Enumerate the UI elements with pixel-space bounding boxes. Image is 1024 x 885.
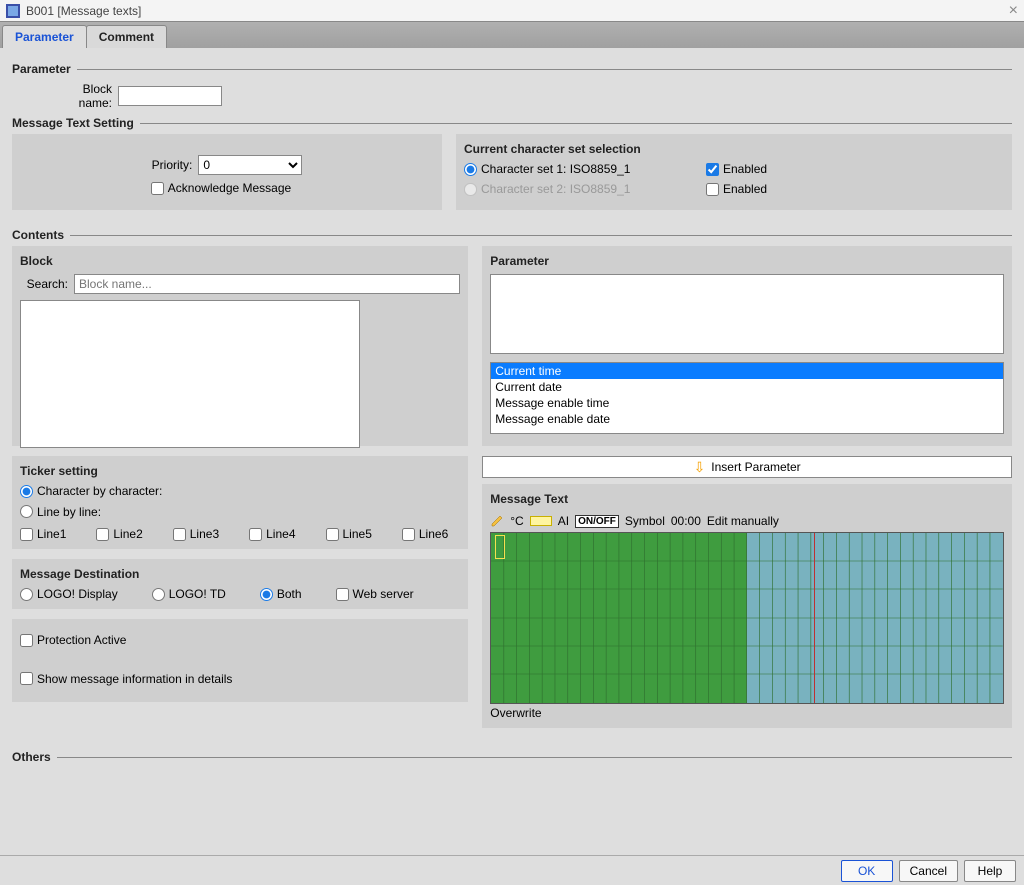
app-icon (6, 4, 20, 18)
tool-time[interactable]: 00:00 (671, 514, 701, 528)
block-subtitle: Block (20, 254, 460, 268)
tool-ai[interactable]: AI (558, 514, 569, 528)
param-item-current-time[interactable]: Current time (491, 363, 1003, 379)
protection-checkbox[interactable]: Protection Active (20, 633, 126, 647)
line3-checkbox[interactable]: Line3 (173, 527, 219, 541)
ok-button[interactable]: OK (841, 860, 893, 882)
dest-both-radio[interactable]: Both (260, 587, 302, 601)
section-others-header: Others (12, 750, 1012, 764)
block-name-input[interactable] (118, 86, 222, 106)
dest-logo-radio[interactable]: LOGO! Display (20, 587, 118, 601)
block-name-label: Block name: (48, 82, 112, 110)
block-search-input[interactable] (74, 274, 460, 294)
section-mts-title: Message Text Setting (12, 116, 134, 130)
grid-cursor (495, 535, 505, 559)
charset2-enabled-checkbox[interactable]: Enabled (706, 182, 767, 196)
dest-web-checkbox[interactable]: Web server (336, 587, 414, 601)
ccs-title: Current character set selection (464, 142, 1004, 156)
arrow-down-icon: ⇩ (694, 459, 706, 476)
tool-bar-icon[interactable] (530, 516, 552, 526)
ticker-char-radio[interactable]: Character by character: (20, 484, 162, 498)
title-bar: B001 [Message texts] × (0, 0, 1024, 22)
tool-symbol[interactable]: Symbol (625, 514, 665, 528)
close-icon[interactable]: × (1009, 2, 1018, 20)
overwrite-label: Overwrite (490, 706, 1004, 720)
acknowledge-checkbox[interactable]: Acknowledge Message (151, 181, 291, 195)
tool-onoff[interactable]: ON/OFF (575, 515, 619, 528)
charset1-enabled-checkbox[interactable]: Enabled (706, 162, 767, 176)
section-others-title: Others (12, 750, 51, 764)
insert-parameter-button[interactable]: ⇩ Insert Parameter (482, 456, 1012, 478)
section-mts-header: Message Text Setting (12, 116, 1012, 130)
ticker-line-radio[interactable]: Line by line: (20, 505, 101, 519)
grid-divider-line (814, 533, 815, 703)
priority-select[interactable]: 0 (198, 155, 302, 175)
line4-checkbox[interactable]: Line4 (249, 527, 295, 541)
tool-edit-manually[interactable]: Edit manually (707, 514, 779, 528)
param-item-enable-date[interactable]: Message enable date (491, 411, 1003, 427)
pencil-icon[interactable] (490, 514, 504, 528)
dest-title: Message Destination (20, 567, 460, 581)
tab-parameter[interactable]: Parameter (2, 25, 87, 48)
dest-td-radio[interactable]: LOGO! TD (152, 587, 226, 601)
parameter-subtitle: Parameter (490, 254, 1004, 268)
parameter-block-list[interactable] (490, 274, 1004, 354)
block-list[interactable] (20, 300, 360, 448)
param-item-current-date[interactable]: Current date (491, 379, 1003, 395)
tool-degc[interactable]: °C (510, 514, 523, 528)
ticker-title: Ticker setting (20, 464, 460, 478)
cancel-button[interactable]: Cancel (899, 860, 958, 882)
window-title: B001 [Message texts] (26, 4, 1009, 18)
priority-label: Priority: (152, 158, 193, 172)
parameter-list[interactable]: Current time Current date Message enable… (490, 362, 1004, 434)
show-info-checkbox[interactable]: Show message information in details (20, 672, 232, 686)
param-item-enable-time[interactable]: Message enable time (491, 395, 1003, 411)
line5-checkbox[interactable]: Line5 (326, 527, 372, 541)
message-text-grid[interactable] (490, 532, 1004, 704)
charset1-radio[interactable]: Character set 1: ISO8859_1 (464, 162, 664, 176)
tab-comment[interactable]: Comment (86, 25, 167, 48)
msgtext-title: Message Text (490, 492, 1004, 506)
line1-checkbox[interactable]: Line1 (20, 527, 66, 541)
search-label: Search: (20, 277, 68, 291)
help-button[interactable]: Help (964, 860, 1016, 882)
section-contents-header: Contents (12, 228, 1012, 242)
line6-checkbox[interactable]: Line6 (402, 527, 448, 541)
dialog-button-bar: OK Cancel Help (0, 855, 1024, 885)
tab-bar: Parameter Comment (0, 22, 1024, 48)
section-parameter-title: Parameter (12, 62, 71, 76)
section-contents-title: Contents (12, 228, 64, 242)
charset2-radio: Character set 2: ISO8859_1 (464, 182, 664, 196)
section-parameter-header: Parameter (12, 62, 1012, 76)
line2-checkbox[interactable]: Line2 (96, 527, 142, 541)
